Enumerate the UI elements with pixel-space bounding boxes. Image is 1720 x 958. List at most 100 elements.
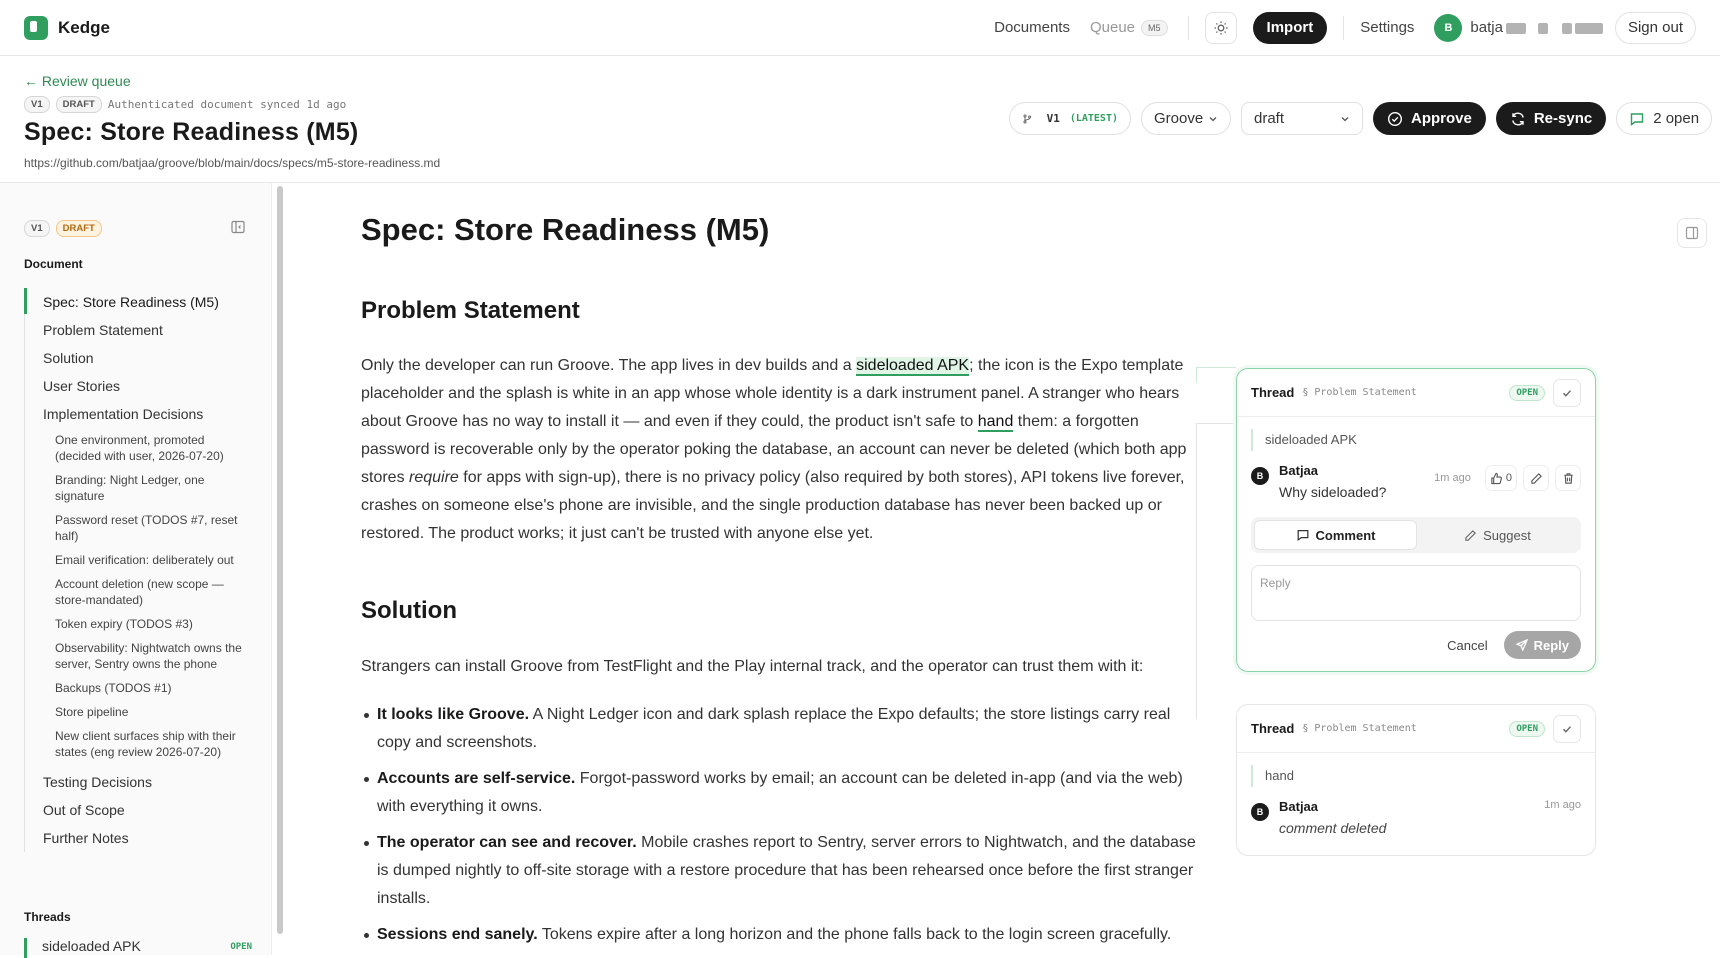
toc-subitem[interactable]: Email verification: deliberately out: [25, 552, 252, 568]
toc-item[interactable]: Problem Statement: [25, 316, 252, 344]
source-url-link[interactable]: https://github.com/batjaa/groove/blob/ma…: [24, 156, 440, 170]
toggle-threads-panel-button[interactable]: [1677, 218, 1707, 248]
project-select[interactable]: Groove: [1141, 102, 1231, 135]
toc-item[interactable]: Out of Scope: [25, 796, 252, 824]
thread-section: § Problem Statement: [1302, 723, 1417, 734]
comment-icon: [1297, 530, 1308, 542]
state-select[interactable]: draft: [1241, 102, 1363, 135]
toc-item[interactable]: Spec: Store Readiness (M5): [24, 288, 252, 316]
solution-intro: Strangers can install Groove from TestFl…: [361, 658, 1144, 675]
check-icon: [1563, 389, 1572, 397]
user-name[interactable]: batja: [1470, 19, 1603, 36]
version-selector[interactable]: V1 (LATEST): [1009, 102, 1131, 135]
nav-divider: [1343, 15, 1345, 40]
problem-emphasis: require: [409, 469, 459, 486]
problem-text: Only the developer can run Groove. The a…: [361, 357, 857, 374]
like-button[interactable]: 0: [1484, 465, 1517, 491]
version-chip: V1: [24, 96, 50, 113]
comment-actions: 1m ago 0: [1434, 465, 1581, 491]
toc-subitem[interactable]: Observability: Nightwatch owns the serve…: [25, 640, 252, 672]
highlight-sideloaded-apk[interactable]: sideloaded APK: [856, 357, 970, 376]
solution-list: It looks like Groove. A Night Ledger ico…: [361, 701, 1201, 957]
resync-label: Re-sync: [1533, 110, 1593, 127]
toc-item[interactable]: Solution: [25, 344, 252, 372]
resolve-thread-button[interactable]: [1553, 378, 1581, 407]
toc-item[interactable]: Further Notes: [25, 824, 252, 852]
sidebar-thread-item[interactable]: sideloaded APK OPEN: [24, 938, 252, 958]
sync-status-text: Authenticated document synced 1d ago: [107, 98, 347, 111]
list-item-bold: Sessions end sanely.: [377, 926, 538, 943]
project-select-value: Groove: [1154, 110, 1204, 127]
sidebar-scrollbar[interactable]: [277, 186, 283, 934]
nav-queue-label: Queue: [1089, 18, 1136, 36]
thread-connector: [1196, 423, 1197, 719]
comment-avatar: B: [1251, 803, 1269, 821]
top-nav: Kedge Documents Queue M5 Import Settings …: [0, 0, 1720, 56]
toc-item[interactable]: Testing Decisions: [25, 768, 252, 796]
thread-card[interactable]: Thread § Problem Statement OPEN hand B B…: [1236, 704, 1596, 856]
thread-status-badge: OPEN: [1509, 720, 1545, 737]
sign-out-button[interactable]: Sign out: [1614, 11, 1696, 44]
problem-text: for apps with sign-up), there is no priv…: [361, 469, 1185, 542]
app-logo[interactable]: Kedge: [24, 15, 110, 40]
sun-icon: [1214, 21, 1228, 34]
toc-item[interactable]: Implementation Decisions: [25, 400, 252, 428]
toc-subitem[interactable]: Branding: Night Ledger, one signature: [25, 472, 252, 504]
doc-meta: V1 DRAFT Authenticated document synced 1…: [24, 96, 346, 113]
resync-button[interactable]: Re-sync: [1495, 102, 1607, 135]
toc-subitem[interactable]: Store pipeline: [25, 704, 252, 720]
thread-connector: [1196, 423, 1236, 424]
nav-queue[interactable]: Queue M5: [1089, 18, 1168, 37]
toc-subitem[interactable]: New client surfaces ship with their stat…: [25, 728, 252, 760]
tab-comment[interactable]: Comment: [1254, 520, 1417, 550]
reply-button-label: Reply: [1533, 637, 1569, 653]
list-item: Sessions end sanely. Tokens expire after…: [361, 921, 1201, 949]
highlight-hand[interactable]: hand: [977, 413, 1014, 432]
redacted-block: [1574, 22, 1603, 34]
problem-statement-paragraph: Only the developer can run Groove. The a…: [361, 352, 1201, 548]
reply-button[interactable]: Reply: [1503, 631, 1581, 659]
collapse-sidebar-button[interactable]: [230, 219, 246, 235]
delete-comment-button[interactable]: [1555, 465, 1581, 491]
user-avatar[interactable]: B: [1434, 13, 1463, 42]
thread-card[interactable]: Thread § Problem Statement OPEN sideload…: [1236, 368, 1596, 672]
nav-documents[interactable]: Documents: [994, 19, 1070, 36]
comment-time: 1m ago: [1434, 472, 1471, 484]
reply-input[interactable]: Reply: [1251, 565, 1581, 621]
tab-suggest[interactable]: Suggest: [1417, 520, 1578, 550]
thread-comment: B Batjaa Why sideloaded? 1m ago 0: [1251, 461, 1581, 503]
user-name-text: batja: [1470, 19, 1503, 36]
open-threads-button[interactable]: 2 open: [1616, 102, 1713, 135]
theme-toggle-button[interactable]: [1204, 11, 1237, 44]
cancel-button[interactable]: Cancel: [1447, 638, 1487, 653]
list-item: It looks like Groove. A Night Ledger ico…: [361, 701, 1201, 757]
sidebar-status: V1 DRAFT: [24, 220, 102, 237]
thread-header: Thread § Problem Statement OPEN: [1237, 705, 1595, 753]
toc-subitem[interactable]: One environment, promoted (decided with …: [25, 432, 252, 464]
toc-subitem[interactable]: Password reset (TODOS #7, reset half): [25, 512, 252, 544]
toc-item[interactable]: User Stories: [25, 372, 252, 400]
approve-button[interactable]: Approve: [1373, 102, 1486, 135]
thread-header: Thread § Problem Statement OPEN: [1237, 369, 1595, 417]
panel-icon: [1685, 226, 1699, 240]
document-section-heading: Document: [24, 257, 83, 271]
import-button[interactable]: Import: [1252, 11, 1328, 44]
tab-comment-label: Comment: [1315, 527, 1376, 543]
toc-subitem[interactable]: Token expiry (TODOS #3): [25, 616, 252, 632]
redacted-block: [1537, 22, 1548, 34]
edit-comment-button[interactable]: [1523, 465, 1549, 491]
toc-subitem[interactable]: Backups (TODOS #1): [25, 680, 252, 696]
resolve-thread-button[interactable]: [1553, 714, 1581, 743]
document-heading: Spec: Store Readiness (M5): [361, 212, 770, 247]
list-item-bold: The operator can see and recover.: [377, 834, 637, 851]
nav-settings[interactable]: Settings: [1360, 19, 1414, 36]
back-to-review-queue-link[interactable]: ← Review queue: [24, 73, 131, 89]
thread-status-badge: OPEN: [1509, 384, 1545, 401]
comment-time: 1m ago: [1544, 799, 1581, 811]
trash-icon: [1563, 472, 1573, 484]
like-count: 0: [1505, 472, 1512, 484]
table-of-contents: Spec: Store Readiness (M5) Problem State…: [24, 288, 252, 852]
list-item-bold: It looks like Groove.: [377, 706, 530, 723]
toc-subitem[interactable]: Account deletion (new scope — store-mand…: [25, 576, 252, 608]
comment-mode-tabs: Comment Suggest: [1251, 517, 1581, 553]
